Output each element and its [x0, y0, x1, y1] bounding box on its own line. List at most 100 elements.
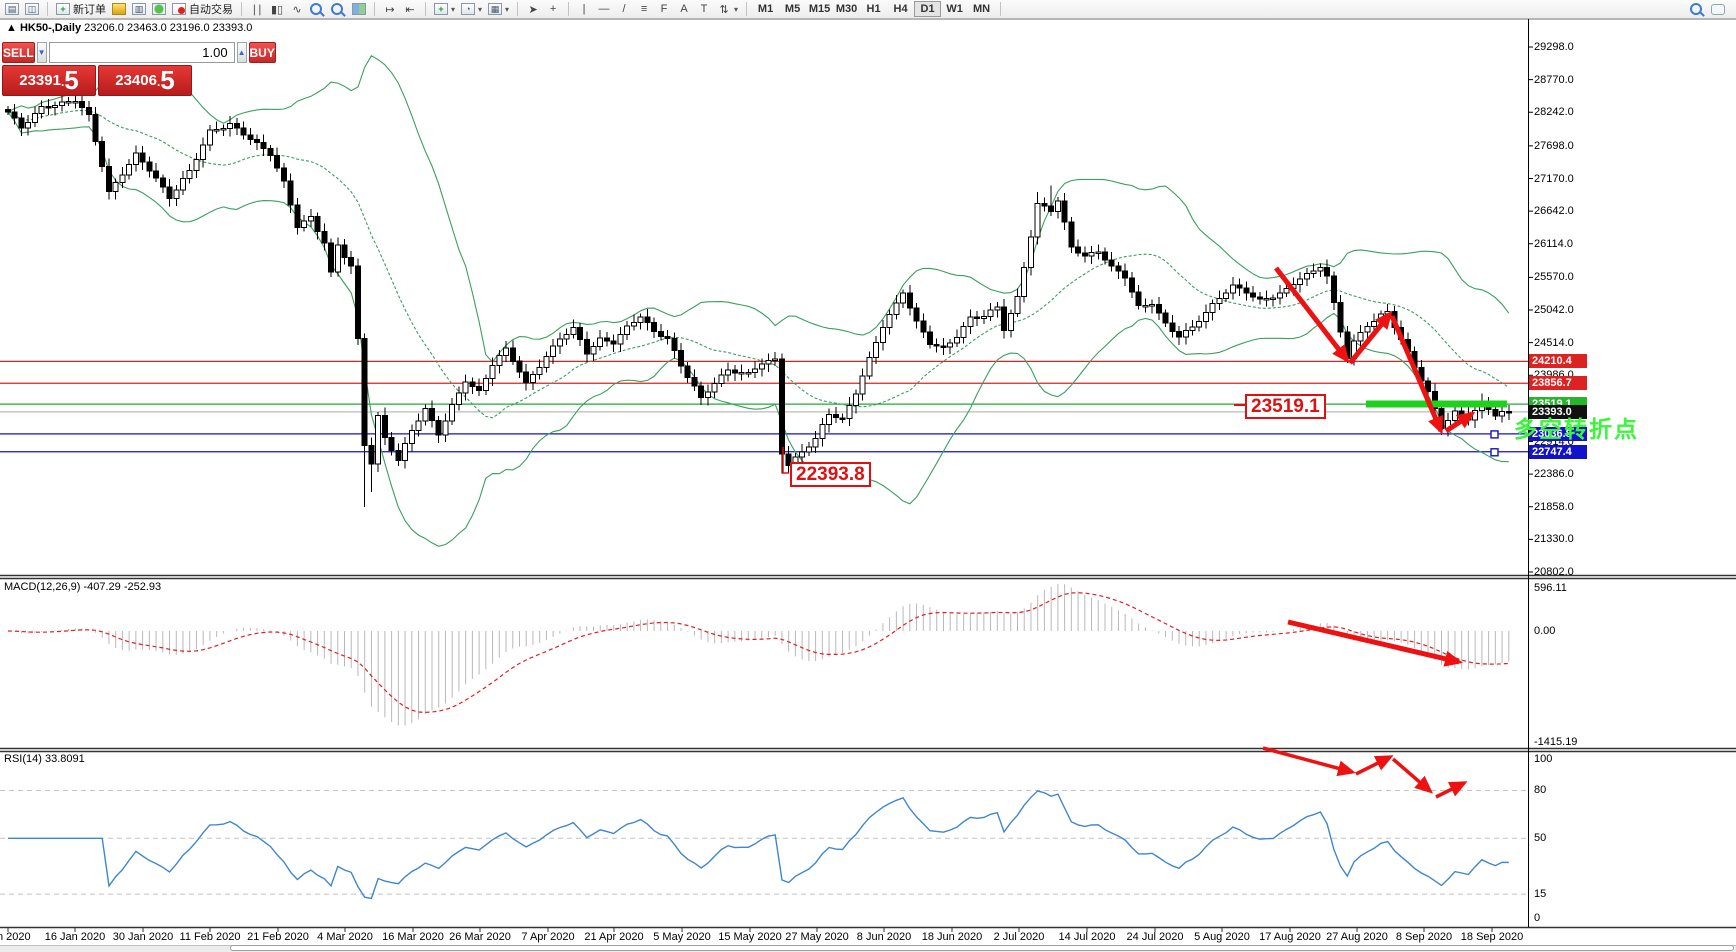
candle-chart-icon: ▮▯: [270, 3, 284, 16]
toolbar-separator: [47, 2, 48, 16]
candle-chart-button[interactable]: ▮▯: [267, 1, 287, 18]
fibonacci-tool-button[interactable]: F: [654, 1, 674, 18]
price-tick-label: 22386.0: [1534, 468, 1574, 481]
search-icon: [1690, 3, 1702, 15]
timeframe-bar: M1 M5 M15 M30 H1 H4 D1 W1 MN: [752, 1, 995, 17]
horizontal-line-icon: —: [598, 3, 610, 15]
support-level-label-23519[interactable]: 23519.1: [1245, 394, 1326, 419]
new-order-icon: +: [56, 3, 70, 15]
new-order-label: 新订单: [73, 4, 106, 16]
arrows-tool-button[interactable]: ⇅ ▾: [714, 1, 741, 18]
buy-price-big-digit: 5: [160, 65, 175, 95]
price-level-badge: 22747.4: [1529, 444, 1587, 459]
text-tool-button[interactable]: A: [674, 1, 694, 18]
line-chart-button[interactable]: ∿: [287, 1, 307, 18]
toolbar-separator: [374, 2, 375, 16]
price-level-badge: 24210.4: [1529, 354, 1587, 369]
toolbar-separator: [746, 2, 748, 16]
market-watch-button[interactable]: ▥: [129, 1, 149, 18]
rsi-axis-label: 15: [1534, 888, 1547, 900]
label-tool-button[interactable]: T: [694, 1, 714, 18]
bar-chart-button[interactable]: ∣∣: [247, 1, 267, 18]
vertical-line-icon: |: [582, 3, 586, 15]
date-tick-label: 8 Jun 2020: [856, 931, 912, 943]
clock-icon: ◔: [461, 3, 476, 15]
price-tick-label: 27170.0: [1534, 172, 1574, 185]
date-tick-label: 16 Jan 2020: [44, 931, 106, 943]
timeframe-D1[interactable]: D1: [914, 1, 942, 17]
crosshair-icon: +: [549, 3, 557, 15]
vline-tool-button[interactable]: |: [574, 1, 594, 18]
date-tick-label: 4 Mar 2020: [317, 931, 373, 943]
window-list-button[interactable]: ▤: [2, 1, 22, 18]
zoom-in-button[interactable]: [307, 1, 328, 18]
hline-tool-button[interactable]: —: [594, 1, 614, 18]
toolbar-separator: [517, 2, 519, 16]
zoom-in-icon: [310, 3, 322, 15]
timeframe-M5[interactable]: M5: [779, 1, 806, 17]
date-tick-label: 15 May 2020: [718, 931, 782, 943]
dropdown-arrow-icon: ▾: [478, 4, 483, 14]
date-tick-label: 7 Apr 2020: [521, 931, 575, 943]
dropdown-arrow-icon: ▾: [505, 4, 510, 14]
volume-decrease-button[interactable]: ▼: [36, 42, 47, 63]
auto-scroll-icon: ↦: [385, 3, 395, 16]
date-tick-label: Jan 2020: [0, 931, 31, 943]
buy-price-int: 23406: [115, 72, 157, 89]
signals-button[interactable]: [149, 1, 169, 18]
tile-windows-icon: [352, 3, 366, 15]
timeframe-W1[interactable]: W1: [941, 1, 968, 17]
timeframe-H1[interactable]: H1: [860, 1, 887, 17]
date-tick-label: 27 May 2020: [785, 931, 849, 943]
support-level-label-22393[interactable]: 22393.8: [790, 462, 871, 487]
price-tick-label: 28242.0: [1534, 106, 1574, 119]
cursor-tool-button[interactable]: ➤: [523, 1, 543, 18]
timeframe-MN[interactable]: MN: [968, 1, 995, 17]
channel-tool-button[interactable]: ≡: [634, 1, 654, 18]
auto-scroll-button[interactable]: ↦: [380, 1, 400, 18]
bar-chart-icon: ∣∣: [251, 3, 263, 16]
timeframe-H4[interactable]: H4: [887, 1, 914, 17]
profiles-button[interactable]: ◫: [22, 1, 42, 18]
horizontal-scrollbar-thumb[interactable]: [230, 945, 1734, 951]
toolbar-separator: [1000, 2, 1002, 16]
mql-editor-button[interactable]: [109, 1, 129, 18]
trendline-icon: /: [622, 3, 626, 15]
search-button[interactable]: [1687, 1, 1708, 18]
trendline-tool-button[interactable]: /: [614, 1, 634, 18]
sell-price[interactable]: 23391 . 5: [2, 65, 96, 96]
panel-collapse-icon[interactable]: ▲: [6, 22, 17, 34]
buy-price[interactable]: 23406 . 5: [98, 65, 192, 96]
date-tick-label: 18 Jun 2020: [921, 931, 983, 943]
date-tick-label: 17 Aug 2020: [1259, 931, 1321, 943]
templates-button[interactable]: ▦ ▾: [485, 1, 512, 18]
timeframe-M30[interactable]: M30: [833, 1, 860, 17]
new-order-button[interactable]: + 新订单: [53, 1, 109, 18]
chart-shift-button[interactable]: ⇤: [400, 1, 420, 18]
chat-button[interactable]: [1708, 1, 1728, 18]
price-tick-label: 28770.0: [1534, 73, 1574, 86]
auto-trading-button[interactable]: 自动交易: [169, 1, 236, 18]
trend-turning-point-note[interactable]: 多空转折点: [1514, 410, 1639, 444]
label-tool-icon: T: [700, 3, 708, 15]
indicators-button[interactable]: + ▾: [431, 1, 458, 18]
symbol-period-label: HK50-,Daily: [19, 22, 82, 34]
mql-editor-icon: [112, 3, 126, 15]
volume-increase-button[interactable]: ▲: [236, 42, 247, 63]
price-tick-label: 26114.0: [1534, 237, 1573, 250]
crosshair-tool-button[interactable]: +: [543, 1, 563, 18]
timeframe-M15[interactable]: M15: [806, 1, 833, 17]
zoom-out-button[interactable]: [328, 1, 349, 18]
timeframe-M1[interactable]: M1: [752, 1, 779, 17]
sell-button[interactable]: SELL: [2, 42, 35, 63]
date-tick-label: 8 Sep 2020: [1395, 931, 1453, 943]
auto-trading-icon: [172, 3, 186, 15]
volume-input[interactable]: [48, 42, 235, 63]
toolbar-separator: [568, 2, 570, 16]
macd-axis-label: 596.11: [1534, 582, 1567, 594]
buy-button[interactable]: BUY: [248, 42, 276, 63]
periods-button[interactable]: ◔ ▾: [458, 1, 485, 18]
tile-windows-button[interactable]: [349, 1, 369, 18]
window-list-icon: ▤: [5, 3, 19, 15]
date-tick-label: 16 Mar 2020: [382, 931, 444, 943]
